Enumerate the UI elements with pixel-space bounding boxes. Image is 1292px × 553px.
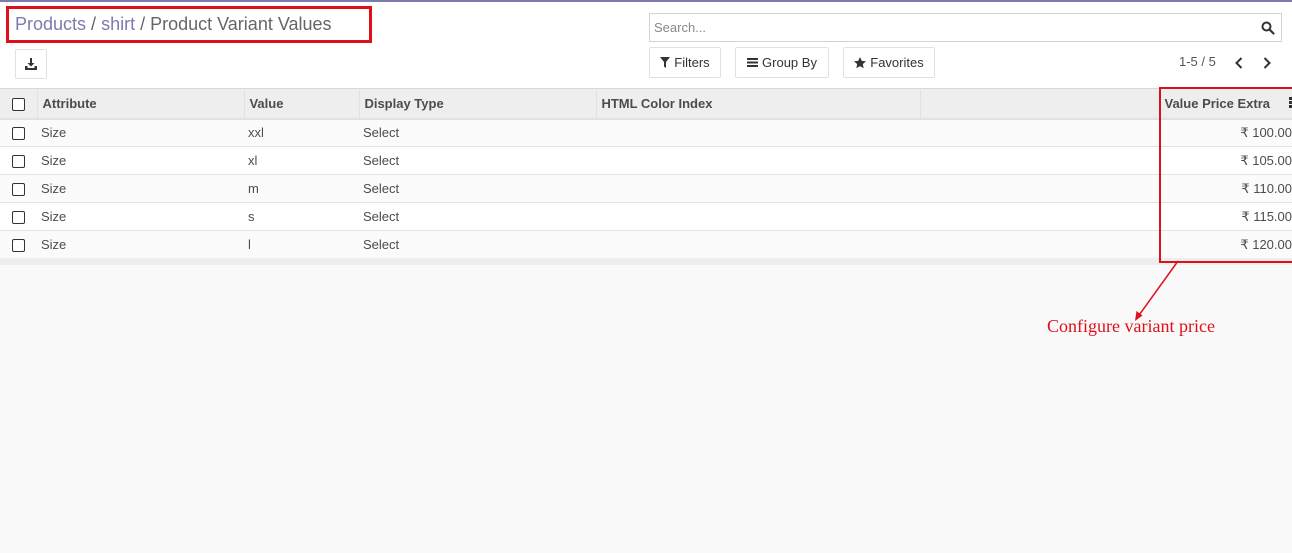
cell-attribute: Size xyxy=(37,174,245,203)
cell-html-color-index xyxy=(596,146,921,175)
group-by-button[interactable]: Group By xyxy=(735,47,829,78)
cell-display-type: Select xyxy=(359,202,597,231)
cell-html-color-index xyxy=(596,118,921,147)
cell-attribute: Size xyxy=(37,118,245,147)
row-select-cell xyxy=(0,202,38,231)
cell-display-type: Select xyxy=(359,118,597,147)
column-header-value[interactable]: Value xyxy=(244,88,361,120)
filter-icon xyxy=(660,57,671,68)
table-row[interactable]: Size m Select ₹ 110.00 xyxy=(0,174,1292,203)
column-header-display-type[interactable]: Display Type xyxy=(359,88,598,120)
pager-value[interactable]: 1-5 / 5 xyxy=(1179,54,1216,69)
cell-display-type: Select xyxy=(359,230,597,259)
cell-value: xxl xyxy=(244,118,360,147)
cell-value: l xyxy=(244,230,360,259)
table-header-row: Attribute Value Display Type HTML Color … xyxy=(0,88,1292,120)
favorites-button[interactable]: Favorites xyxy=(843,47,935,78)
cell-html-color-index xyxy=(596,230,921,259)
table-row[interactable]: Size l Select ₹ 120.00 xyxy=(0,230,1292,259)
search-input[interactable] xyxy=(654,14,1254,41)
cell-attribute: Size xyxy=(37,230,245,259)
table-row[interactable]: Size s Select ₹ 115.00 xyxy=(0,202,1292,231)
bars-icon xyxy=(747,58,759,67)
breadcrumb-highlight-box xyxy=(6,6,372,43)
download-icon xyxy=(25,58,37,70)
filters-button[interactable]: Filters xyxy=(649,47,721,78)
row-checkbox[interactable] xyxy=(12,127,26,141)
favorites-label: Favorites xyxy=(870,55,924,70)
search-icon[interactable] xyxy=(1261,21,1275,35)
cell-html-color-index xyxy=(596,202,921,231)
row-select-cell xyxy=(0,118,38,147)
cell-display-type: Select xyxy=(359,146,597,175)
pager-previous-button[interactable] xyxy=(1230,52,1248,74)
table-footer xyxy=(0,258,1292,265)
column-header-attribute[interactable]: Attribute xyxy=(37,88,246,120)
row-select-cell xyxy=(0,230,38,259)
column-header-html-color-index[interactable]: HTML Color Index xyxy=(596,88,922,120)
download-button[interactable] xyxy=(15,49,47,79)
cell-spacer xyxy=(920,118,1160,147)
cell-value: m xyxy=(244,174,360,203)
row-select-cell xyxy=(0,146,38,175)
star-icon xyxy=(854,56,867,68)
annotation-text: Configure variant price xyxy=(1047,316,1215,336)
select-all-checkbox[interactable] xyxy=(12,97,26,111)
table-row[interactable]: Size xxl Select ₹ 100.00 xyxy=(0,118,1292,147)
annotation-arrow-icon xyxy=(1135,260,1179,321)
chevron-right-icon xyxy=(1263,57,1271,69)
table-row[interactable]: Size xl Select ₹ 105.00 xyxy=(0,146,1292,175)
cell-display-type: Select xyxy=(359,174,597,203)
row-checkbox[interactable] xyxy=(12,155,26,169)
cell-spacer xyxy=(920,202,1160,231)
row-checkbox[interactable] xyxy=(12,183,26,197)
cell-spacer xyxy=(920,146,1160,175)
cell-attribute: Size xyxy=(37,202,245,231)
chevron-left-icon xyxy=(1235,57,1243,69)
group-by-label: Group By xyxy=(762,55,817,70)
cell-spacer xyxy=(920,174,1160,203)
cell-value: xl xyxy=(244,146,360,175)
column-header-spacer xyxy=(920,88,1161,120)
row-select-cell xyxy=(0,174,38,203)
cell-spacer xyxy=(920,230,1160,259)
select-all-cell xyxy=(0,88,39,120)
pager-next-button[interactable] xyxy=(1258,52,1276,74)
list-table: Attribute Value Display Type HTML Color … xyxy=(0,88,1292,259)
row-checkbox[interactable] xyxy=(12,211,26,225)
row-checkbox[interactable] xyxy=(12,239,26,253)
cell-attribute: Size xyxy=(37,146,245,175)
cell-value: s xyxy=(244,202,360,231)
price-column-highlight-box xyxy=(1159,87,1292,263)
filters-label: Filters xyxy=(674,55,710,70)
cell-html-color-index xyxy=(596,174,921,203)
search-box xyxy=(649,13,1282,42)
